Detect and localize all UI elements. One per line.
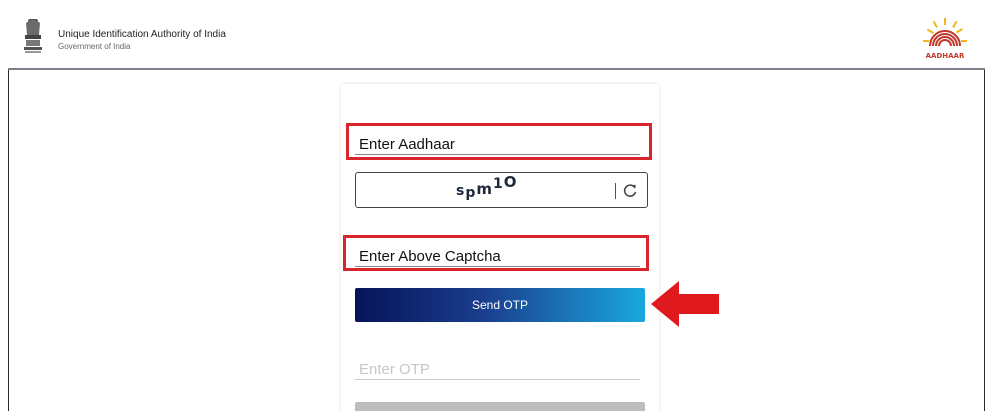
captcha-input[interactable]: Enter Above Captcha <box>359 248 501 265</box>
aadhaar-underline <box>355 154 640 155</box>
national-emblem-icon <box>24 19 42 53</box>
org-name: Unique Identification Authority of India <box>58 29 226 40</box>
gov-name: Government of India <box>58 42 131 51</box>
refresh-icon[interactable] <box>622 182 638 198</box>
otp-input[interactable]: Enter OTP <box>359 361 430 378</box>
captcha-underline <box>355 266 640 267</box>
otp-underline <box>355 379 640 380</box>
aadhaar-input[interactable]: Enter Aadhaar <box>359 136 455 153</box>
aadhaar-logo-icon: AADHAAR <box>923 18 967 60</box>
send-otp-button[interactable]: Send OTP <box>355 288 645 322</box>
captcha-box: spm1O <box>355 172 648 208</box>
site-header: Unique Identification Authority of India… <box>8 6 985 70</box>
pointer-arrow-icon <box>651 281 719 327</box>
aadhaar-logo-text: AADHAAR <box>926 52 965 60</box>
captcha-image: spm1O <box>456 173 518 201</box>
submit-button[interactable] <box>355 402 645 411</box>
captcha-divider <box>615 183 616 199</box>
